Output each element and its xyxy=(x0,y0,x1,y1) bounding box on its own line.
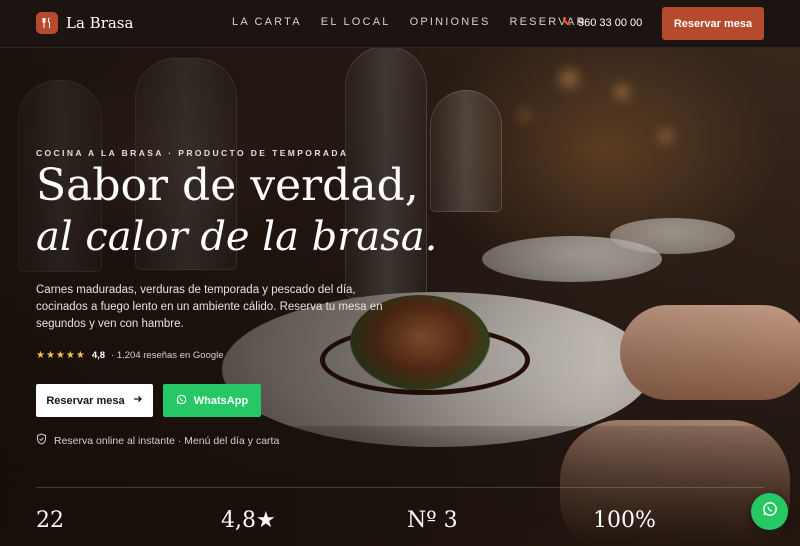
nav-item-opiniones[interactable]: OPINIONES xyxy=(410,16,491,28)
brand-logo[interactable]: La Brasa xyxy=(36,12,133,34)
main-nav: LA CARTA EL LOCAL OPINIONES RESERVAR xyxy=(232,16,587,28)
nav-item-local[interactable]: EL LOCAL xyxy=(321,16,391,28)
whatsapp-label: WhatsApp xyxy=(193,394,249,407)
rating-stars-icon: ★★★★★ xyxy=(36,350,86,361)
stats-divider xyxy=(36,487,764,488)
hero-description: Carnes maduradas, verduras de temporada … xyxy=(36,284,383,330)
stat-ranking: Nº 3 xyxy=(407,508,458,533)
phone-icon xyxy=(562,16,572,29)
hero-title-line1: Sabor de verdad, xyxy=(36,160,419,211)
phone-number: 960 33 00 00 xyxy=(578,16,643,29)
floating-whatsapp-button[interactable] xyxy=(751,493,788,530)
site-header: La Brasa LA CARTA EL LOCAL OPINIONES RES… xyxy=(0,0,800,48)
shield-check-icon xyxy=(36,433,47,448)
header-reserve-button[interactable]: Reservar mesa xyxy=(662,7,764,40)
nav-item-carta[interactable]: LA CARTA xyxy=(232,16,302,28)
arrow-right-icon xyxy=(133,394,143,407)
stat-rating: 4,8★ xyxy=(221,508,276,533)
google-rating: ★★★★★ 4,8 · 1.204 reseñas en Google xyxy=(36,350,224,361)
assurance-text: Reserva online al instante · Menú del dí… xyxy=(54,434,280,447)
stat-percentage: 100% xyxy=(593,508,656,533)
rating-reviews: · 1.204 reseñas en Google xyxy=(111,350,224,361)
rating-value: 4,8 xyxy=(91,350,106,361)
hero-title-line2: al calor de la brasa. xyxy=(36,214,438,260)
whatsapp-icon xyxy=(176,394,187,408)
whatsapp-button[interactable]: WhatsApp xyxy=(163,384,261,417)
fork-knife-icon xyxy=(36,12,58,34)
phone-link[interactable]: 960 33 00 00 xyxy=(562,16,642,29)
stat-years: 22 xyxy=(36,508,64,533)
reservation-assurance: Reserva online al instante · Menú del dí… xyxy=(36,433,279,448)
hero-kicker: COCINA A LA BRASA · PRODUCTO DE TEMPORAD… xyxy=(36,148,349,158)
reserve-table-button[interactable]: Reservar mesa xyxy=(36,384,153,417)
hero-overlay xyxy=(0,0,800,546)
whatsapp-icon xyxy=(762,501,778,522)
brand-name: La Brasa xyxy=(66,14,134,32)
reserve-table-label: Reservar mesa xyxy=(46,394,125,407)
